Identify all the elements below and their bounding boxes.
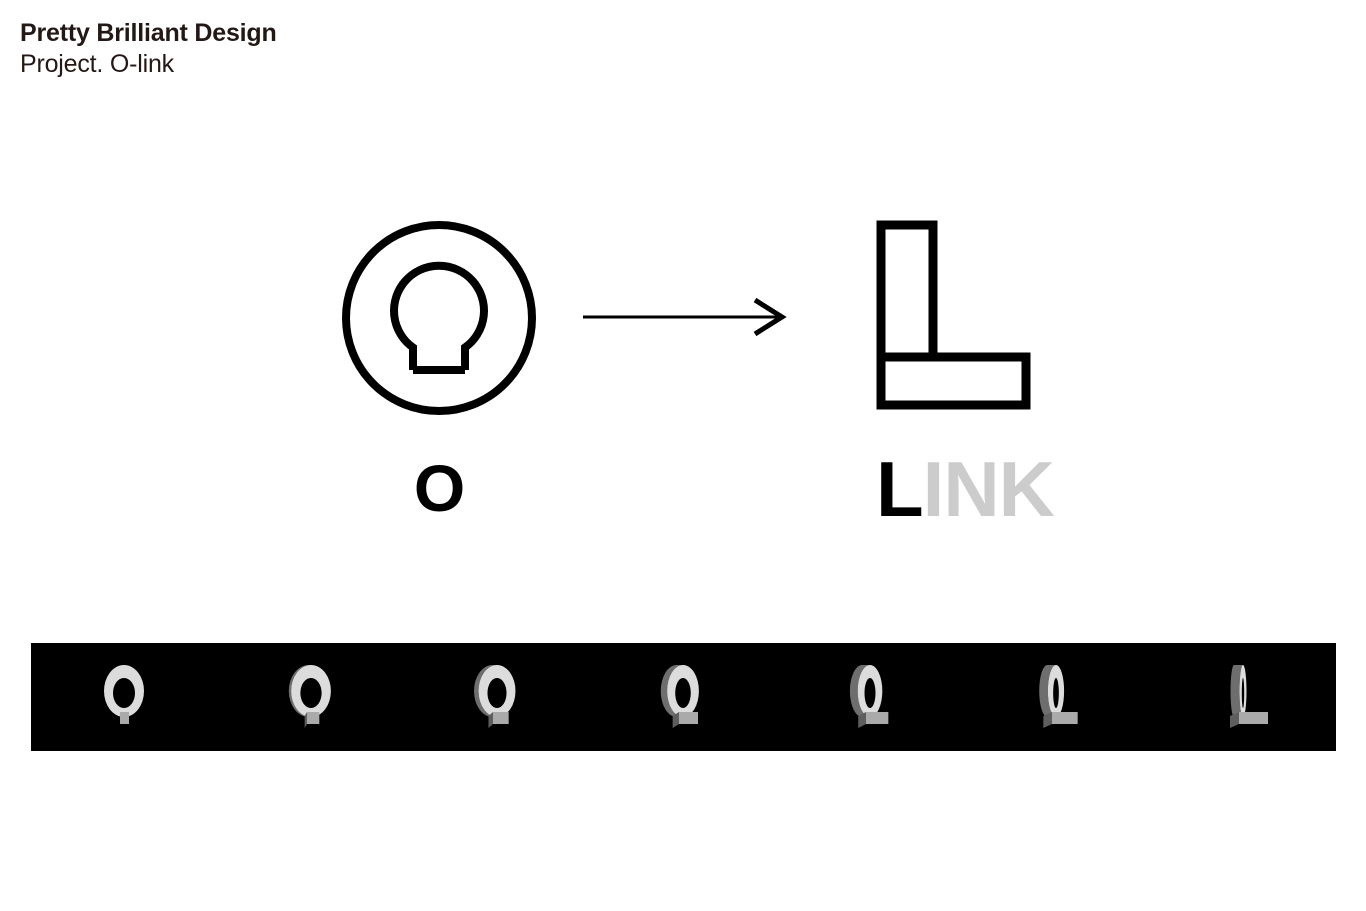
l-block-mark [876,220,1031,410]
morph-filmstrip [31,643,1336,751]
header: Pretty Brilliant Design Project. O-link [20,18,620,80]
morph-frame-3 [404,643,590,751]
transform-arrow [583,295,788,339]
morph-frame-1 [31,643,217,751]
morph-glyph-1 [104,665,145,724]
morph-frame-7 [1150,643,1336,751]
glyph-foot [679,712,699,724]
morph-glyph-5 [849,665,889,728]
glyph-foot [1238,712,1268,724]
morph-frame-2 [217,643,403,751]
glyph-ring-hole [864,678,876,708]
morph-glyph-6 [1039,665,1079,728]
morph-glyph-4 [661,665,700,728]
glyph-ring-face [1239,665,1247,717]
glyph-ring-hole [1241,678,1244,708]
glyph-foot [120,712,130,724]
o-ring-mark-graphic [342,221,536,415]
glyph-foot-extrusion [1229,712,1239,728]
poster-canvas: Pretty Brilliant Design Project. O-link [0,0,1366,911]
label-link-l: L [876,445,924,533]
glyph-ring-face [290,665,331,717]
l-block-mark-graphic [876,220,1031,410]
glyph-foot [865,712,889,724]
morph-frame-6 [963,643,1149,751]
morph-glyph-2 [288,665,331,728]
glyph-ring-face [1048,665,1065,717]
label-link: LINK [876,450,1196,528]
glyph-ring-face [667,665,700,717]
glyph-ring-face [478,665,516,717]
glyph-ring-hole [675,678,692,708]
page-title: Pretty Brilliant Design [20,19,277,47]
glyph-ring-face [104,665,145,717]
morph-frame-4 [590,643,776,751]
morph-glyph-3 [474,665,516,728]
label-link-ink: INK [922,445,1055,533]
arrow-right-icon [583,297,787,337]
glyph-ring-hole [113,678,136,708]
morph-frame-5 [777,643,963,751]
glyph-ring-hole [299,678,322,708]
page-subtitle: Project. O-link [20,49,174,78]
morph-glyph-7 [1229,665,1268,728]
label-o: O [413,451,465,525]
glyph-ring-face [857,665,883,717]
glyph-foot [306,712,319,724]
glyph-foot [493,712,509,724]
o-ring-mark [341,220,537,416]
glyph-foot [1052,712,1079,724]
concept-row: O LINK [0,200,1366,560]
glyph-ring-hole [487,678,507,708]
glyph-ring-hole [1053,678,1060,708]
